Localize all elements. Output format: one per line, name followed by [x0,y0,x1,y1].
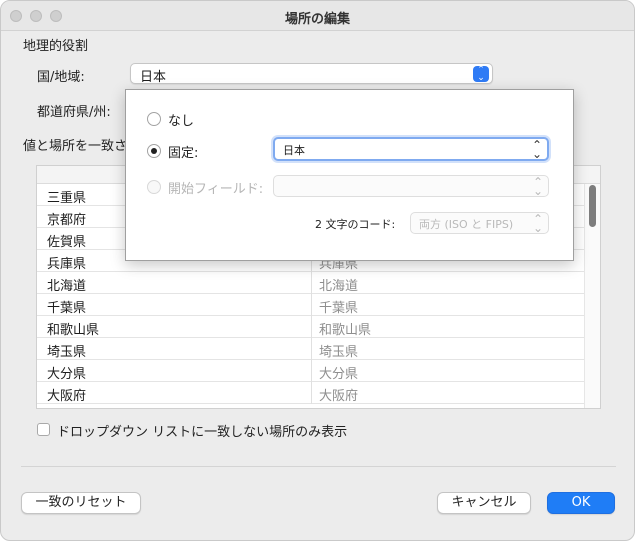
location-cell: 北海道 [47,279,87,294]
table-scrollbar[interactable] [584,184,600,408]
matched-value-cell[interactable]: 大阪府 [319,385,358,404]
start-field-label: 開始フィールド: [168,182,264,197]
table-row[interactable]: 大分県 大分県 [37,360,584,382]
location-cell: 和歌山県 [47,323,100,338]
table-row[interactable]: 和歌山県 和歌山県 [37,316,584,338]
column-divider [311,294,312,316]
fixed-radio[interactable] [147,144,161,158]
fixed-country-select[interactable]: 日本 ⌃ ⌄ [273,137,549,161]
location-cell: 埼玉県 [47,345,87,360]
column-divider [311,316,312,338]
column-divider [311,272,312,294]
match-values-heading: 値と場所を一致さ [23,139,128,154]
title-bar: 場所の編集 [1,1,634,31]
table-row[interactable]: 千葉県 千葉県 [37,294,584,316]
fixed-country-value: 日本 [283,144,305,157]
two-letter-code-value: 両方 (ISO と FIPS) [419,218,514,231]
country-label: 国/地域: [37,70,85,85]
matched-value-cell[interactable]: 北海道 [319,275,358,294]
matched-value-cell[interactable]: 和歌山県 [319,319,371,338]
none-radio-label: なし [168,114,195,129]
location-cell: 大分県 [47,367,87,382]
reset-matches-button[interactable]: 一致のリセット [21,492,141,514]
geographic-role-heading: 地理的役割 [23,39,89,54]
state-label: 都道府県/州: [37,105,111,120]
select-chevron-icon: ⌃ ⌄ [531,138,542,161]
unmatched-only-label: ドロップダウン リストに一致しない場所のみ表示 [57,425,348,440]
unmatched-only-checkbox[interactable] [37,423,50,436]
location-cell: 佐賀県 [47,235,87,250]
scrollbar-thumb[interactable] [589,185,596,227]
select-chevron-icon: ⌃ ⌄ [473,66,489,83]
fixed-radio-label: 固定: [168,146,199,161]
two-letter-code-label: 2 文字のコード: [315,218,396,231]
start-field-radio[interactable] [147,180,161,194]
table-row[interactable]: 埼玉県 埼玉県 [37,338,584,360]
start-field-select[interactable]: ⌃ ⌄ [273,175,549,197]
cancel-button[interactable]: キャンセル [437,492,531,514]
column-divider [311,338,312,360]
matched-value-cell[interactable]: 埼玉県 [319,341,358,360]
location-popover: なし 固定: 日本 ⌃ ⌄ 開始フィールド: ⌃ ⌄ 2 文字のコード: 両方 (I… [125,89,574,261]
country-select-value: 日本 [140,70,167,85]
location-cell: 千葉県 [47,301,87,316]
select-chevron-icon: ⌃ ⌄ [532,175,543,198]
ok-button[interactable]: OK [547,492,615,514]
location-cell: 三重県 [47,191,87,206]
footer-divider [21,466,616,467]
location-cell: 京都府 [47,213,87,228]
table-row[interactable]: 大阪府 大阪府 [37,382,584,404]
two-letter-code-select[interactable]: 両方 (ISO と FIPS) ⌃ ⌄ [410,212,549,234]
matched-value-cell[interactable]: 千葉県 [319,297,358,316]
window-title: 場所の編集 [284,12,350,27]
location-cell: 兵庫県 [47,257,87,272]
column-divider [311,382,312,404]
country-select[interactable]: 日本 ⌃ ⌄ [130,63,493,85]
edit-locations-dialog: 場所の編集 地理的役割 国/地域: 日本 ⌃ ⌄ 都道府県/州: 値と場所を一致さ… [0,0,635,541]
matched-value-cell[interactable]: 大分県 [319,363,358,382]
none-radio[interactable] [147,112,161,126]
select-chevron-icon: ⌃ ⌄ [532,212,543,235]
table-row[interactable]: 北海道 北海道 [37,272,584,294]
column-divider [311,360,312,382]
location-cell: 大阪府 [47,389,87,404]
